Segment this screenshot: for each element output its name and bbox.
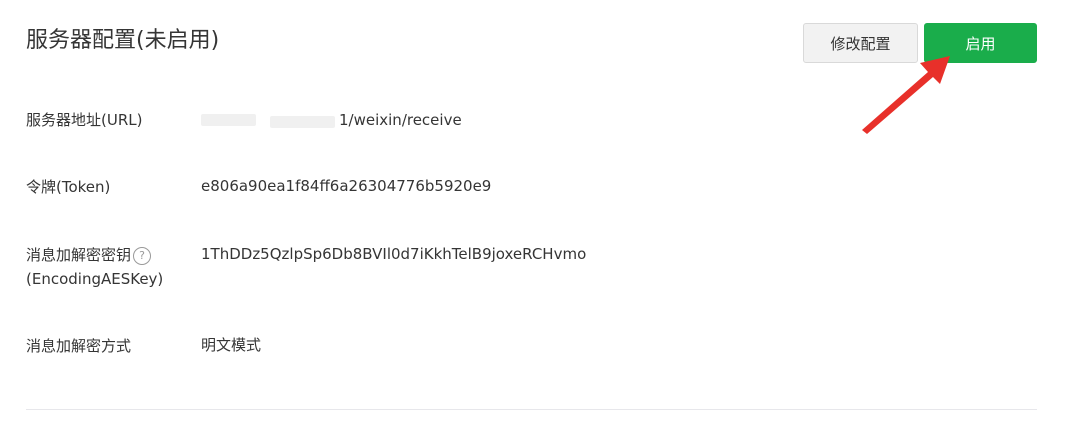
token-label: 令牌(Token) [26,178,111,196]
token-value: e806a90ea1f84ff6a26304776b5920e9 [201,177,492,195]
encrypt-mode-label: 消息加解密方式 [26,337,132,355]
red-arrow-icon [862,56,950,134]
aes-key-label: 消息加解密密钥? (EncodingAESKey) [26,243,163,291]
url-value: 1/weixin/receive [339,111,462,129]
redacted-url-part [201,114,256,126]
encrypt-mode-value: 明文模式 [201,336,262,354]
section-divider [26,409,1037,410]
url-label: 服务器地址(URL) [26,111,143,129]
page-title: 服务器配置(未启用) [26,28,220,53]
aes-key-value: 1ThDDz5QzlpSp6Db8BVIl0d7iKkhTelB9joxeRCH… [201,245,587,263]
aes-key-label-line1: 消息加解密密钥 [26,246,132,264]
aes-key-label-line2: (EncodingAESKey) [26,270,164,288]
question-circle-icon[interactable]: ? [133,246,152,265]
redacted-url-part [270,116,335,128]
